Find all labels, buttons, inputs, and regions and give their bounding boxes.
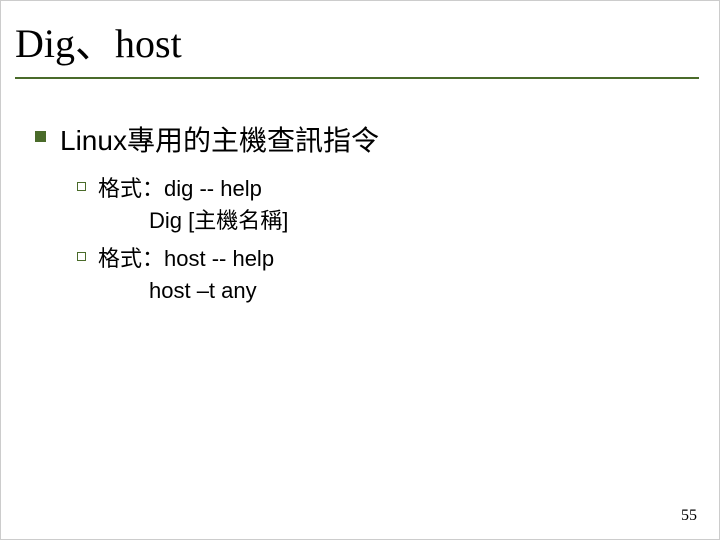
level2-block: 格式：dig -- help Dig [主機名稱] 格式：host -- hel…	[77, 173, 679, 307]
slide-title: Dig、host	[15, 11, 699, 75]
content-area: Linux專用的主機查訊指令 格式：dig -- help Dig [主機名稱]…	[35, 119, 679, 307]
level2-continuation: host –t any	[149, 275, 679, 307]
page-number: 55	[681, 507, 697, 525]
bullet-level2: 格式：dig -- help	[77, 173, 679, 205]
level2-continuation: Dig [主機名稱]	[149, 205, 679, 237]
title-underline	[15, 77, 699, 79]
hollow-square-icon	[77, 252, 86, 261]
hollow-square-icon	[77, 182, 86, 191]
level2-text: 格式：dig -- help	[98, 173, 262, 205]
level2-text: 格式：host -- help	[98, 243, 274, 275]
level1-text: Linux專用的主機查訊指令	[60, 119, 379, 159]
bullet-level2: 格式：host -- help	[77, 243, 679, 275]
slide: Dig、host Linux專用的主機查訊指令 格式：dig -- help D…	[0, 0, 720, 540]
square-bullet-icon	[35, 131, 46, 142]
title-block: Dig、host	[15, 11, 699, 79]
bullet-level1: Linux專用的主機查訊指令	[35, 119, 679, 159]
